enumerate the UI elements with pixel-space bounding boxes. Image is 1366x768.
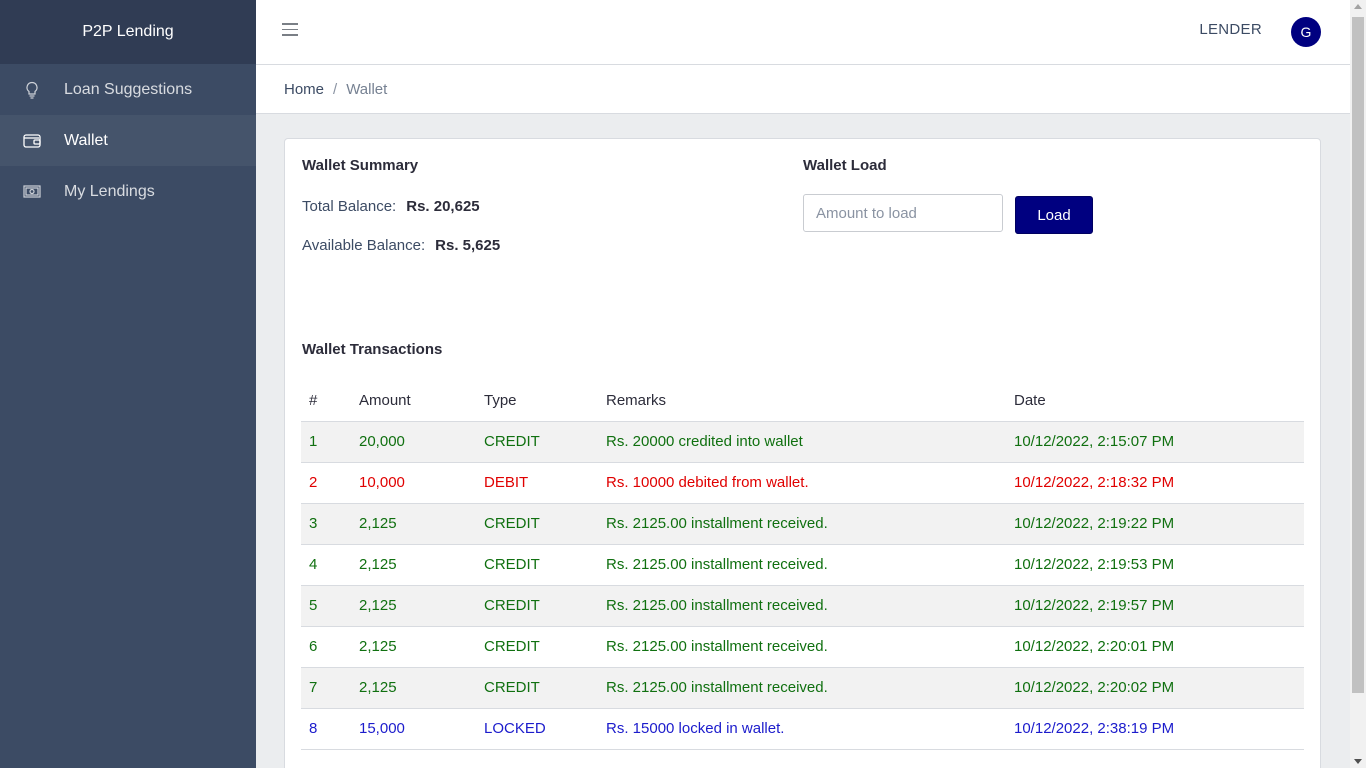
sidebar-item-label: Loan Suggestions — [64, 80, 193, 98]
cell-remarks: Rs. 2125.00 installment received. — [598, 544, 1006, 586]
cell-amount: 2,125 — [351, 585, 476, 627]
cell-date: 10/12/2022, 2:19:53 PM — [1006, 544, 1304, 586]
breadcrumb: Home / Wallet — [256, 65, 1350, 114]
cell-type: CREDIT — [476, 421, 598, 463]
cell-number: 3 — [301, 503, 351, 545]
cell-remarks: Rs. 2125.00 installment received. — [598, 503, 1006, 545]
avatar[interactable]: G — [1291, 17, 1321, 47]
sidebar-item-label: My Lendings — [64, 182, 155, 200]
cell-date: 10/12/2022, 2:19:57 PM — [1006, 585, 1304, 627]
cell-date: 10/12/2022, 2:20:01 PM — [1006, 626, 1304, 668]
cell-type: CREDIT — [476, 503, 598, 545]
scrollbar-thumb[interactable] — [1352, 17, 1364, 693]
cell-number: 8 — [301, 708, 351, 750]
brand-title[interactable]: P2P Lending — [0, 0, 256, 64]
cell-amount: 2,125 — [351, 626, 476, 668]
cell-type: CREDIT — [476, 544, 598, 586]
load-button[interactable]: Load — [1015, 196, 1093, 234]
amount-to-load-input[interactable] — [803, 194, 1003, 232]
breadcrumb-current: Wallet — [346, 80, 388, 98]
cell-number: 7 — [301, 667, 351, 709]
wallet-icon — [23, 132, 41, 150]
available-balance-value: Rs. 5,625 — [435, 237, 501, 254]
available-balance-row: Available Balance: Rs. 5,625 — [302, 237, 500, 254]
column-header-amount: Amount — [351, 381, 476, 422]
cell-amount: 2,125 — [351, 503, 476, 545]
table-row: 8 15,000 LOCKED Rs. 15000 locked in wall… — [301, 708, 1304, 750]
wallet-load-title: Wallet Load — [803, 157, 887, 174]
cell-amount: 20,000 — [351, 421, 476, 463]
banknote-icon — [23, 183, 41, 201]
cell-number: 5 — [301, 585, 351, 627]
sidebar-item-wallet[interactable]: Wallet — [0, 115, 256, 166]
cell-number: 2 — [301, 462, 351, 504]
table-row: 4 2,125 CREDIT Rs. 2125.00 installment r… — [301, 544, 1304, 586]
cell-date: 10/12/2022, 2:20:02 PM — [1006, 667, 1304, 709]
cell-remarks: Rs. 2125.00 installment received. — [598, 585, 1006, 627]
cell-remarks: Rs. 20000 credited into wallet — [598, 421, 1006, 463]
cell-number: 1 — [301, 421, 351, 463]
table-row: 7 2,125 CREDIT Rs. 2125.00 installment r… — [301, 667, 1304, 709]
cell-date: 10/12/2022, 2:15:07 PM — [1006, 421, 1304, 463]
table-row: 6 2,125 CREDIT Rs. 2125.00 installment r… — [301, 626, 1304, 668]
cell-amount: 10,000 — [351, 462, 476, 504]
cell-amount: 15,000 — [351, 708, 476, 750]
top-header: LENDER G — [256, 0, 1350, 65]
cell-date: 10/12/2022, 2:38:19 PM — [1006, 708, 1304, 750]
scroll-down-arrow-icon[interactable] — [1354, 759, 1362, 764]
cell-type: CREDIT — [476, 626, 598, 668]
transactions-table: # Amount Type Remarks Date 1 20,000 CRED… — [301, 381, 1304, 750]
column-header-number: # — [301, 381, 351, 422]
sidebar-item-my-lendings[interactable]: My Lendings — [0, 166, 256, 217]
lightbulb-icon — [23, 81, 41, 99]
column-header-date: Date — [1006, 381, 1304, 422]
wallet-transactions-title: Wallet Transactions — [302, 341, 443, 358]
column-header-remarks: Remarks — [598, 381, 1006, 422]
total-balance-value: Rs. 20,625 — [406, 198, 480, 215]
wallet-summary-title: Wallet Summary — [302, 157, 419, 174]
total-balance-label: Total Balance: — [302, 198, 397, 215]
cell-amount: 2,125 — [351, 544, 476, 586]
cell-amount: 2,125 — [351, 667, 476, 709]
user-role-label: LENDER — [1199, 21, 1262, 38]
cell-date: 10/12/2022, 2:19:22 PM — [1006, 503, 1304, 545]
table-row: 2 10,000 DEBIT Rs. 10000 debited from wa… — [301, 462, 1304, 504]
breadcrumb-separator: / — [333, 80, 338, 98]
cell-date: 10/12/2022, 2:18:32 PM — [1006, 462, 1304, 504]
wallet-card: Wallet Summary Total Balance: Rs. 20,625 … — [284, 138, 1321, 768]
available-balance-label: Available Balance: — [302, 237, 426, 254]
cell-type: DEBIT — [476, 462, 598, 504]
cell-remarks: Rs. 10000 debited from wallet. — [598, 462, 1006, 504]
cell-remarks: Rs. 2125.00 installment received. — [598, 626, 1006, 668]
sidebar-item-label: Wallet — [64, 131, 108, 149]
hamburger-menu-icon[interactable] — [282, 23, 298, 39]
table-row: 1 20,000 CREDIT Rs. 20000 credited into … — [301, 421, 1304, 463]
cell-number: 6 — [301, 626, 351, 668]
cell-number: 4 — [301, 544, 351, 586]
total-balance-row: Total Balance: Rs. 20,625 — [302, 198, 480, 215]
cell-type: CREDIT — [476, 667, 598, 709]
column-header-type: Type — [476, 381, 598, 422]
scroll-up-arrow-icon[interactable] — [1354, 4, 1362, 9]
cell-remarks: Rs. 2125.00 installment received. — [598, 667, 1006, 709]
cell-type: LOCKED — [476, 708, 598, 750]
vertical-scrollbar[interactable] — [1350, 0, 1366, 768]
sidebar-item-loan-suggestions[interactable]: Loan Suggestions — [0, 64, 256, 115]
breadcrumb-home-link[interactable]: Home — [284, 81, 324, 98]
sidebar: P2P Lending Loan Suggestions Wallet My L… — [0, 0, 256, 768]
table-row: 3 2,125 CREDIT Rs. 2125.00 installment r… — [301, 503, 1304, 545]
cell-remarks: Rs. 15000 locked in wallet. — [598, 708, 1006, 750]
cell-type: CREDIT — [476, 585, 598, 627]
table-row: 5 2,125 CREDIT Rs. 2125.00 installment r… — [301, 585, 1304, 627]
table-header-row: # Amount Type Remarks Date — [301, 381, 1304, 422]
